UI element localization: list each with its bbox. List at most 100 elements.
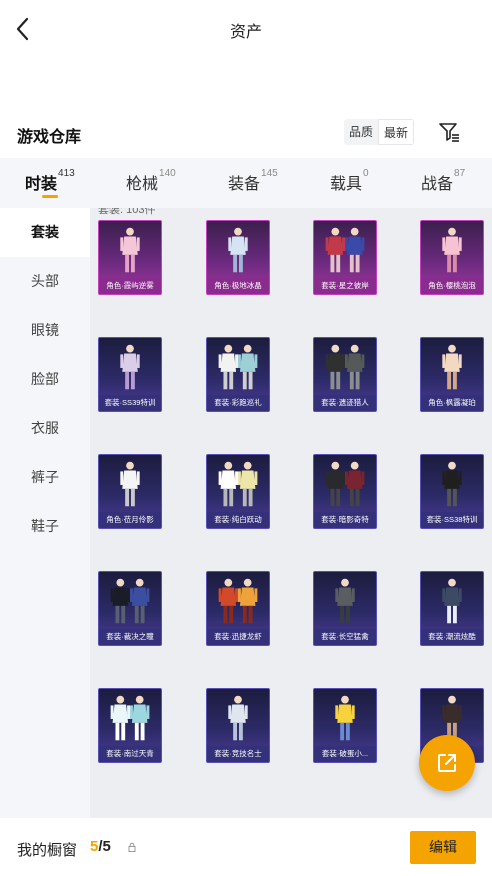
outfit-card[interactable]: 角色·枫露凝珀 (420, 337, 484, 412)
section-title: 游戏仓库 (17, 129, 82, 146)
section-header: 游戏仓库 品质 最新 (0, 114, 492, 154)
tab-label: 载具 (330, 176, 363, 193)
tab-count: 0 (363, 168, 369, 179)
outfit-card[interactable]: 套装·南过天青 (98, 688, 162, 763)
outfit-card[interactable]: 角色·樱桃泡泡 (420, 220, 484, 295)
filter-icon (439, 123, 459, 142)
outfit-card[interactable]: 套装·SS39特训 (98, 337, 162, 412)
outfit-card[interactable]: 套装·迅捷龙虾 (206, 571, 270, 646)
tab-count: 140 (159, 168, 176, 179)
outfit-name: 套装·潮流炫酷 (421, 629, 483, 645)
outfit-name: 套装·迅捷龙虾 (207, 629, 269, 645)
outfit-name: 套装·破蛋小... (314, 746, 376, 762)
outfit-name: 套装·SS39特训 (99, 395, 161, 411)
outfit-thumbnail (110, 695, 150, 741)
item-grid[interactable]: 套装: 103件 角色·霞屿逆雾 角色·极地冰晶 套装·星之彼岸 角色·樱桃泡泡套装·… (90, 208, 492, 818)
page-title: 资产 (229, 24, 262, 41)
showcase-count: 5/5 (90, 838, 111, 855)
outfit-card[interactable]: 套装·纯白跃动 (206, 454, 270, 529)
outfit-thumbnail (218, 344, 258, 390)
outfit-thumbnail (110, 578, 150, 624)
tab-count: 413 (58, 168, 75, 179)
outfit-name: 角色·莅月伶影 (99, 512, 161, 528)
showcase-total: 5 (102, 838, 111, 855)
tab-label: 战备 (421, 176, 454, 193)
sidebar-item-head[interactable]: 头部 (0, 257, 90, 306)
outfit-name: 角色·极地冰晶 (207, 278, 269, 294)
outfit-thumbnail (218, 578, 258, 624)
outfit-thumbnail (120, 344, 140, 390)
outfit-card[interactable]: 套装·破蛋小... (313, 688, 377, 763)
outfit-card[interactable]: 角色·极地冰晶 (206, 220, 270, 295)
outfit-thumbnail (325, 461, 365, 507)
top-bar: 资产 (0, 0, 492, 58)
sidebar-item-glasses[interactable]: 眼镜 (0, 306, 90, 355)
tab-supplies[interactable]: 战备87 (421, 168, 466, 194)
sort-quality-option[interactable]: 品质 (344, 119, 378, 145)
outfit-thumbnail (335, 578, 355, 624)
outfit-name: 角色·枫露凝珀 (421, 395, 483, 411)
share-external-icon (438, 754, 456, 772)
sort-latest-option[interactable]: 最新 (378, 119, 415, 145)
active-tab-indicator (42, 195, 58, 198)
tab-fashion[interactable]: 时装413 (25, 168, 75, 194)
outfit-name: 套装·竞技名士 (207, 746, 269, 762)
outfit-name: 角色·霞屿逆雾 (99, 278, 161, 294)
grid-count-header: 套装: 103件 (98, 208, 156, 216)
sidebar-item-shoes[interactable]: 鞋子 (0, 502, 90, 551)
outfit-card[interactable]: 套装·长空猛禽 (313, 571, 377, 646)
sidebar-item-pants[interactable]: 裤子 (0, 453, 90, 502)
outfit-thumbnail (228, 227, 248, 273)
tab-equipment[interactable]: 装备145 (228, 168, 278, 194)
outfit-name: 套装·彩跑巡礼 (207, 395, 269, 411)
category-tabs: 时装413 枪械140 装备145 载具0 战备87 (0, 158, 492, 208)
outfit-card[interactable]: 套装·彩跑巡礼 (206, 337, 270, 412)
showcase-label: 我的橱窗 (17, 842, 78, 859)
bottom-bar: 我的橱窗 5/5 编辑 (0, 818, 492, 876)
outfit-thumbnail (335, 695, 355, 741)
outfit-name: 套装·遗迹猎人 (314, 395, 376, 411)
sort-toggle: 品质 最新 (344, 119, 415, 145)
outfit-thumbnail (120, 227, 140, 273)
subcategory-sidebar: 套装 头部 眼镜 脸部 衣服 裤子 鞋子 (0, 208, 90, 818)
outfit-thumbnail (442, 461, 462, 507)
lock-icon (128, 842, 136, 852)
tab-label: 装备 (228, 176, 261, 193)
outfit-name: 套装·暗影奇特 (314, 512, 376, 528)
outfit-name: 套装·长空猛禽 (314, 629, 376, 645)
outfit-card[interactable]: 套装·SS38特训 (420, 454, 484, 529)
outfit-thumbnail (442, 344, 462, 390)
share-button[interactable] (419, 735, 475, 791)
tab-firearms[interactable]: 枪械140 (126, 168, 176, 194)
outfit-name: 套装·纯白跃动 (207, 512, 269, 528)
outfit-card[interactable]: 套装·潮流炫酷 (420, 571, 484, 646)
outfit-card[interactable]: 套装·裁决之瞳 (98, 571, 162, 646)
outfit-name: 套装·星之彼岸 (314, 278, 376, 294)
outfit-card[interactable]: 角色·霞屿逆雾 (98, 220, 162, 295)
tab-count: 145 (261, 168, 278, 179)
outfit-thumbnail (325, 227, 365, 273)
tab-label: 时装 (25, 176, 58, 193)
outfit-thumbnail (325, 344, 365, 390)
outfit-name: 套装·SS38特训 (421, 512, 483, 528)
tab-count: 87 (454, 168, 466, 179)
outfit-thumbnail (442, 578, 462, 624)
outfit-name: 套装·裁决之瞳 (99, 629, 161, 645)
outfit-card[interactable]: 套装·遗迹猎人 (313, 337, 377, 412)
outfit-card[interactable]: 角色·莅月伶影 (98, 454, 162, 529)
sidebar-item-clothes[interactable]: 衣服 (0, 404, 90, 453)
outfit-thumbnail (120, 461, 140, 507)
outfit-name: 套装·南过天青 (99, 746, 161, 762)
sidebar-item-face[interactable]: 脸部 (0, 355, 90, 404)
sidebar-item-outfit[interactable]: 套装 (0, 208, 90, 257)
outfit-thumbnail (218, 461, 258, 507)
outfit-thumbnail (442, 227, 462, 273)
outfit-card[interactable]: 套装·星之彼岸 (313, 220, 377, 295)
outfit-thumbnail (228, 695, 248, 741)
edit-button[interactable]: 编辑 (410, 831, 476, 864)
outfit-card[interactable]: 套装·竞技名士 (206, 688, 270, 763)
outfit-card[interactable]: 套装·暗影奇特 (313, 454, 377, 529)
tab-vehicles[interactable]: 载具0 (330, 168, 369, 194)
tab-label: 枪械 (126, 176, 159, 193)
filter-button[interactable] (437, 120, 461, 144)
